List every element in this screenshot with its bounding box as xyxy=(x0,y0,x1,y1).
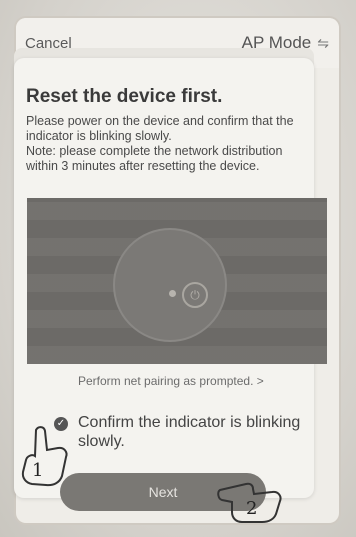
swap-icon: ⇋ xyxy=(317,34,329,51)
step-1-label: 1 xyxy=(32,460,43,481)
device-ring xyxy=(113,228,227,342)
step-2-label: 2 xyxy=(246,498,257,519)
indicator-led-icon xyxy=(169,290,176,297)
instructions-text: Please power on the device and confirm t… xyxy=(26,114,294,173)
device-illustration: ⏻ xyxy=(27,198,327,364)
power-icon: ⏻ xyxy=(182,282,208,308)
page-title: Reset the device first. xyxy=(26,86,223,107)
confirm-checkbox-row[interactable]: ✓ Confirm the indicator is blinking slow… xyxy=(54,413,314,451)
pointing-hand-1-icon: 1 xyxy=(21,426,68,487)
net-pairing-link[interactable]: Perform net pairing as prompted. > xyxy=(78,374,264,388)
confirm-label: Confirm the indicator is blinking slowly… xyxy=(78,414,301,450)
pointing-hand-2-icon: 2 xyxy=(217,482,282,523)
